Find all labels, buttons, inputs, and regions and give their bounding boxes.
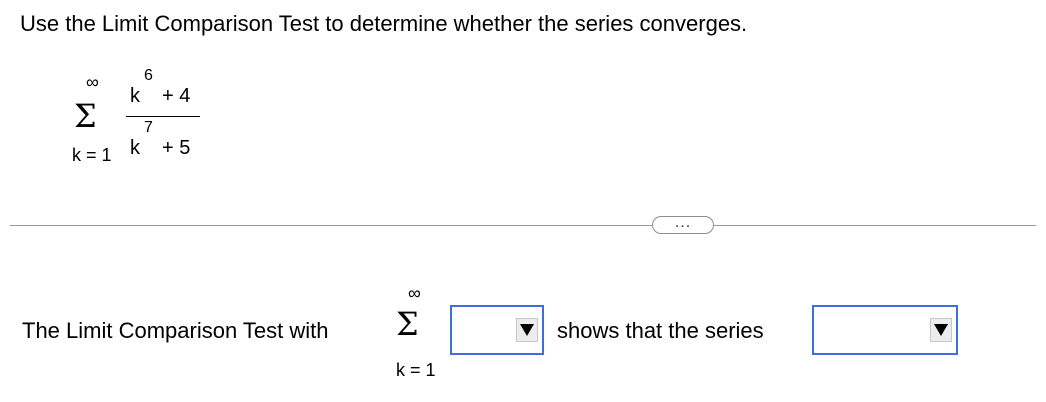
more-button[interactable]: ... <box>652 215 714 234</box>
answer-prefix-text: The Limit Comparison Test with <box>22 318 329 343</box>
conclusion-dropdown[interactable] <box>812 305 958 355</box>
triangle-down-icon <box>520 324 534 336</box>
answer-sigma-symbol: Σ <box>396 305 419 343</box>
dropdown-arrow-button[interactable] <box>516 318 538 342</box>
fraction-bar <box>126 116 200 117</box>
numerator-exponent: 6 <box>144 67 153 84</box>
comparison-series-dropdown[interactable] <box>450 305 544 355</box>
question-text: Use the Limit Comparison Test to determi… <box>20 11 748 36</box>
denominator-rest: + 5 <box>162 137 191 159</box>
triangle-down-icon <box>934 324 948 336</box>
answer-middle-text: shows that the series <box>557 318 764 343</box>
numerator-base: k <box>130 85 140 107</box>
denominator-exponent: 7 <box>144 119 153 136</box>
sum-upper-limit: ∞ <box>86 72 99 92</box>
numerator-rest: + 4 <box>162 85 191 107</box>
denominator-base: k <box>130 137 140 159</box>
dropdown-arrow-button[interactable] <box>930 318 952 342</box>
sigma-symbol: Σ <box>74 97 97 135</box>
answer-sum-lower-limit: k = 1 <box>396 360 436 380</box>
answer-sum-upper-limit: ∞ <box>408 283 421 303</box>
section-divider <box>10 225 1036 226</box>
sum-lower-limit: k = 1 <box>72 145 112 165</box>
